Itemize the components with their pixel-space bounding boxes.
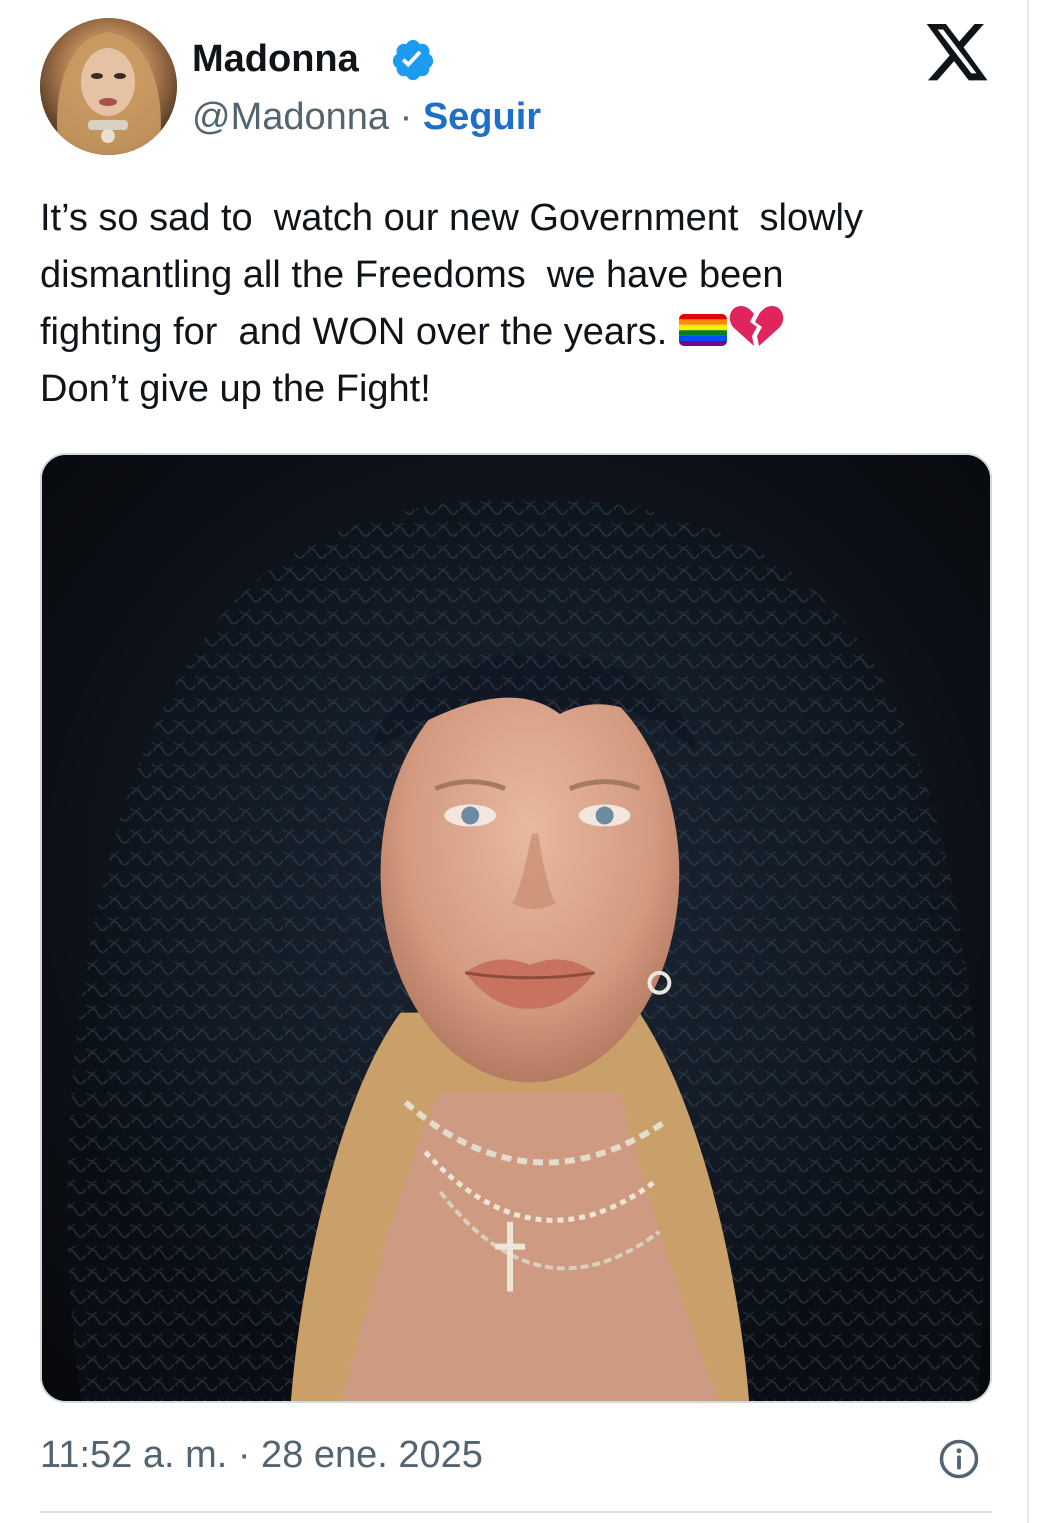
author-handle-row: @Madonna · Seguir	[192, 94, 541, 140]
tweet-line-2: dismantling all the Freedoms we have bee…	[40, 254, 784, 296]
tweet-line-1: It’s so sad to watch our new Government …	[40, 197, 863, 239]
avatar-image	[40, 18, 177, 155]
tweet-timestamp[interactable]: 11:52 a. m. · 28 ene. 2025	[40, 1432, 483, 1478]
rainbow-flag-icon	[678, 314, 727, 346]
author-avatar[interactable]	[40, 18, 177, 155]
info-icon[interactable]	[938, 1438, 980, 1480]
tweet-line-3: fighting for and WON over the years.	[40, 311, 678, 353]
author-name[interactable]: Madonna	[192, 36, 359, 82]
photo-image	[42, 455, 990, 1401]
tweet-photo[interactable]	[40, 453, 992, 1403]
handle-separator: ·	[399, 96, 413, 138]
author-handle[interactable]: @Madonna	[192, 96, 389, 138]
x-logo-icon[interactable]	[922, 24, 992, 86]
follow-button[interactable]: Seguir	[423, 96, 541, 138]
verified-badge-icon	[392, 39, 434, 81]
tweet-card: Madonna @Madonna · Seguir It’s so sad to…	[0, 0, 1029, 1523]
tweet-line-4: Don’t give up the Fight!	[40, 368, 431, 410]
tweet-text: It’s so sad to watch our new Government …	[40, 190, 1000, 418]
footer-divider	[40, 1511, 992, 1513]
broken-heart-icon	[729, 306, 784, 346]
